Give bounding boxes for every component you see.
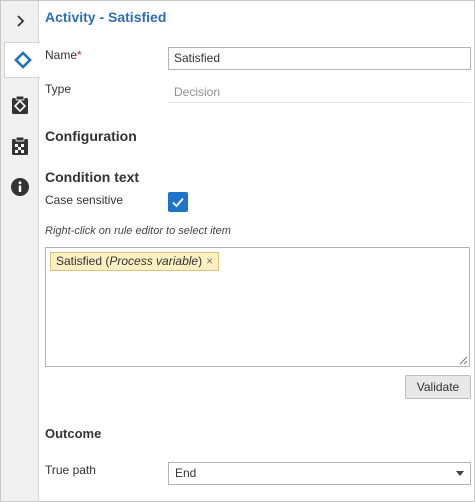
name-input[interactable]: Satisfied (168, 47, 471, 70)
dropdown-arrow-icon (456, 471, 464, 476)
info-icon (11, 178, 29, 196)
type-value: Decision (168, 81, 471, 103)
rule-editor-hint: Right-click on rule editor to select ite… (45, 225, 231, 237)
tab-info[interactable] (1, 169, 39, 205)
required-mark: * (77, 48, 82, 62)
tab-activity[interactable] (4, 42, 40, 78)
checklist-icon (12, 136, 28, 155)
rule-editor[interactable]: Satisfied (Process variable) × (45, 247, 470, 367)
case-sensitive-checkbox[interactable] (168, 192, 188, 212)
resize-grip-icon[interactable] (458, 355, 468, 365)
clipboard-icon (12, 95, 28, 114)
configuration-heading: Configuration (45, 128, 137, 144)
chip-remove-icon[interactable]: × (206, 254, 213, 268)
panel-title: Activity - Satisfied (45, 9, 167, 25)
case-sensitive-label: Case sensitive (45, 193, 124, 207)
variable-chip[interactable]: Satisfied (Process variable) × (50, 252, 220, 271)
validate-button[interactable]: Validate (405, 375, 471, 399)
type-label: Type (45, 82, 72, 96)
side-rail (1, 1, 40, 501)
tab-data[interactable] (1, 87, 39, 123)
true-path-select[interactable]: End (168, 462, 471, 485)
checkmark-icon (172, 197, 184, 208)
tab-checklist[interactable] (1, 128, 39, 164)
chip-kind: Process variable (109, 254, 199, 268)
outcome-heading: Outcome (45, 426, 102, 441)
condition-heading: Condition text (45, 169, 140, 185)
name-label: Name* (45, 48, 82, 62)
true-path-label: True path (45, 463, 96, 477)
chevron-right-icon (17, 15, 25, 27)
collapse-button[interactable] (1, 3, 39, 39)
diamond-decision-icon (13, 51, 32, 69)
